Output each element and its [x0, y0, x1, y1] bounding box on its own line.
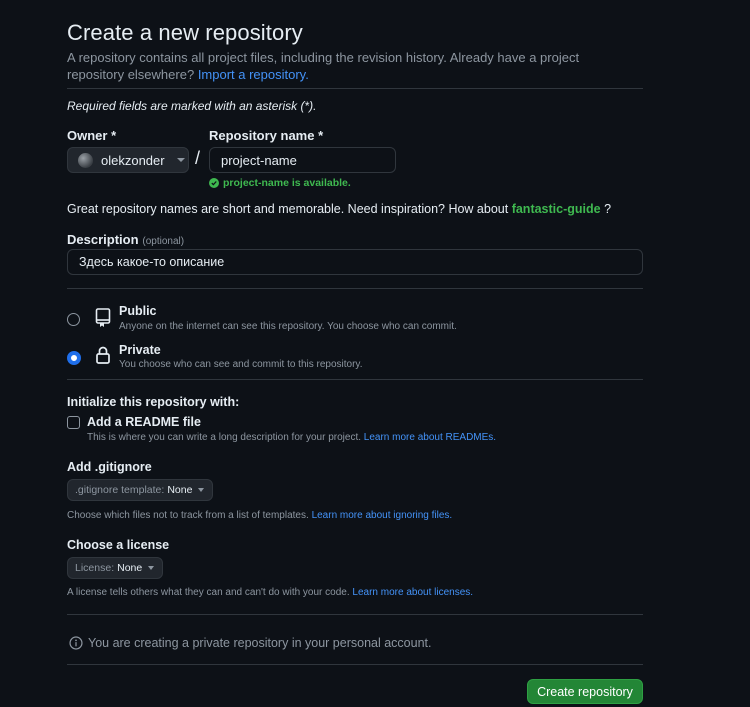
gitignore-template-select[interactable]: .gitignore template: None	[67, 479, 214, 501]
private-description: You choose who can see and commit to thi…	[119, 359, 363, 370]
readme-help: This is where you can write a long descr…	[87, 432, 496, 443]
divider	[67, 614, 643, 615]
create-repository-button[interactable]: Create repository	[527, 679, 643, 704]
description-value: Здесь какое-то описание	[79, 255, 225, 269]
description-label-row: Description (optional)	[67, 231, 184, 247]
license-help: A license tells others what they can and…	[67, 587, 473, 598]
license-select[interactable]: License: None	[67, 557, 164, 579]
info-icon	[69, 636, 83, 650]
repository-name-label: Repository name *	[209, 128, 324, 143]
check-circle-icon	[209, 178, 219, 188]
chevron-down-icon	[148, 566, 155, 570]
subtitle-text: A repository contains all project files,…	[67, 50, 580, 82]
owner-label: Owner *	[67, 128, 117, 143]
suggestion-suffix: ?	[604, 202, 612, 216]
owner-repo-separator: /	[195, 148, 201, 168]
initialize-heading: Initialize this repository with:	[67, 395, 240, 409]
gitignore-value: None	[167, 484, 193, 496]
suggested-name[interactable]: fantastic-guide	[512, 202, 601, 216]
chevron-down-icon	[176, 158, 185, 162]
license-label: Choose a license	[67, 538, 170, 552]
public-description: Anyone on the internet can see this repo…	[119, 321, 457, 332]
repository-name-value: project-name	[221, 152, 297, 168]
suggestion-text: Great repository names are short and mem…	[67, 202, 509, 216]
gitignore-help: Choose which files not to track from a l…	[67, 510, 452, 521]
name-suggestion: Great repository names are short and mem…	[67, 202, 611, 216]
chevron-down-icon	[198, 488, 205, 492]
owner-select[interactable]: olekzonder	[67, 147, 189, 173]
info-note-text: You are creating a private repository in…	[88, 636, 432, 650]
lock-icon	[96, 346, 110, 364]
divider	[67, 379, 643, 380]
required-fields-note: Required fields are marked with an aster…	[67, 99, 317, 113]
gitignore-prefix: .gitignore template:	[75, 484, 165, 496]
license-learn-more-link[interactable]: Learn more about licenses.	[352, 587, 473, 598]
license-desc: A license tells others what they can and…	[67, 587, 350, 598]
readme-checkbox[interactable]	[67, 416, 80, 429]
readme-label[interactable]: Add a README file	[87, 415, 201, 429]
owner-value: olekzonder	[101, 152, 165, 168]
gitignore-label: Add .gitignore	[67, 460, 152, 474]
repo-icon	[95, 308, 111, 327]
page-subtitle: A repository contains all project files,…	[67, 49, 627, 83]
repository-name-input[interactable]: project-name	[209, 147, 396, 173]
owner-avatar	[78, 152, 93, 168]
availability-message: project-name is available.	[209, 177, 351, 189]
readme-desc: This is where you can write a long descr…	[87, 432, 362, 443]
gitignore-desc: Choose which files not to track from a l…	[67, 510, 309, 521]
license-value: None	[117, 562, 143, 574]
description-optional: (optional)	[142, 236, 185, 247]
gitignore-learn-more-link[interactable]: Learn more about ignoring files.	[312, 510, 453, 521]
import-repository-link[interactable]: Import a repository.	[198, 67, 309, 82]
public-title: Public	[119, 304, 157, 318]
page-title: Create a new repository	[67, 20, 303, 45]
description-input[interactable]: Здесь какое-то описание	[67, 249, 643, 275]
divider	[67, 88, 643, 89]
divider	[67, 288, 643, 289]
private-info-note: You are creating a private repository in…	[69, 636, 432, 650]
license-prefix: License:	[75, 562, 115, 574]
availability-text: project-name is available.	[223, 177, 351, 189]
private-radio[interactable]	[67, 351, 81, 365]
readme-learn-more-link[interactable]: Learn more about READMEs.	[364, 432, 496, 443]
divider	[67, 664, 643, 665]
private-title: Private	[119, 343, 161, 357]
public-radio[interactable]	[67, 313, 80, 326]
description-label: Description	[67, 232, 139, 247]
